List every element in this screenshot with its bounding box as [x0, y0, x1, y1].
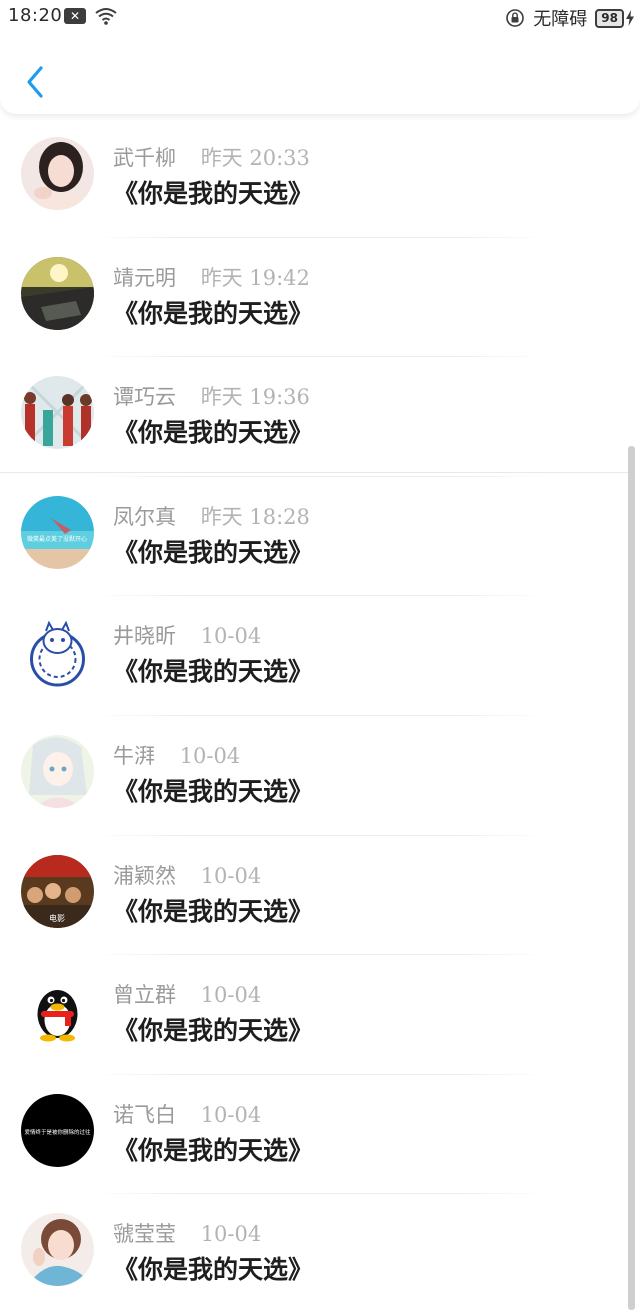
user-name[interactable]: 靖元明 — [113, 266, 176, 290]
message-text: 《你是我的天选》 — [113, 1016, 314, 1046]
status-right: 无障碍 98 — [505, 5, 634, 31]
back-button[interactable] — [22, 62, 52, 102]
chevron-left-icon — [27, 66, 43, 98]
list-item[interactable]: 电影 浦颖然 10-04 《你是我的天选》 — [0, 836, 640, 956]
avatar-caption: 微笑最点美了没默开心 — [27, 535, 87, 543]
meta-line: 靖元明 昨天 19:42 — [113, 262, 310, 292]
status-bar: 18:20 ✕ 无障碍 98 — [0, 0, 640, 34]
list-item[interactable]: 虢莹莹 10-04 《你是我的天选》 — [0, 1194, 640, 1314]
timestamp: 10-04 — [179, 743, 241, 768]
meta-line: 虢莹莹 10-04 — [113, 1218, 261, 1248]
avatar[interactable] — [21, 256, 94, 330]
list-item[interactable]: 曾立群 10-04 《你是我的天选》 — [0, 955, 640, 1075]
avatar[interactable] — [21, 1213, 94, 1287]
avatar-caption: 电影 — [49, 913, 65, 923]
avatar[interactable]: 爱情终于是被你删除的过往 — [21, 1093, 94, 1167]
header — [0, 34, 640, 114]
message-text: 《你是我的天选》 — [113, 776, 314, 806]
message-text: 《你是我的天选》 — [113, 1255, 314, 1285]
timestamp: 10-04 — [200, 1222, 262, 1247]
user-name[interactable]: 诺飞白 — [113, 1103, 176, 1127]
scrollbar[interactable] — [628, 446, 635, 1310]
meta-line: 牛湃 10-04 — [113, 740, 240, 770]
avatar[interactable]: 电影 — [21, 854, 94, 928]
user-name[interactable]: 牛湃 — [113, 744, 155, 768]
user-name[interactable]: 虢莹莹 — [113, 1222, 176, 1246]
list-item[interactable]: 爱情终于是被你删除的过往 诺飞白 10-04 《你是我的天选》 — [0, 1075, 640, 1195]
meta-line: 谭巧云 昨天 19:36 — [113, 381, 310, 411]
message-text: 《你是我的天选》 — [113, 1135, 314, 1165]
accessibility-label: 无障碍 — [533, 9, 588, 30]
meta-line: 武千柳 昨天 20:33 — [113, 142, 310, 172]
wifi-icon — [95, 8, 117, 25]
meta-line: 曾立群 10-04 — [113, 979, 261, 1009]
meta-line: 诺飞白 10-04 — [113, 1099, 261, 1129]
timestamp: 10-04 — [200, 624, 262, 649]
avatar[interactable] — [21, 137, 94, 210]
list-item[interactable]: 牛湃 10-04 《你是我的天选》 — [0, 716, 640, 836]
user-name[interactable]: 武千柳 — [113, 146, 176, 170]
user-name[interactable]: 浦颖然 — [113, 864, 176, 888]
meta-line: 浦颖然 10-04 — [113, 860, 261, 890]
meta-line: 凤尔真 昨天 18:28 — [113, 501, 310, 531]
list-item[interactable]: 微笑最点美了没默开心 凤尔真 昨天 18:28 《你是我的天选》 — [0, 477, 640, 597]
battery-indicator: 98 — [595, 8, 634, 28]
timestamp: 昨天 20:33 — [200, 146, 310, 170]
timestamp: 昨天 19:42 — [200, 265, 310, 290]
avatar-caption: 爱情终于是被你删除的过往 — [24, 1128, 91, 1136]
charging-bolt-icon — [626, 10, 634, 26]
scroll-divider — [0, 472, 628, 473]
timestamp: 10-04 — [200, 1102, 262, 1127]
message-text: 《你是我的天选》 — [113, 537, 314, 567]
avatar[interactable] — [21, 974, 94, 1048]
notification-close-icon: ✕ — [64, 8, 86, 24]
avatar[interactable] — [21, 734, 94, 808]
user-name[interactable]: 曾立群 — [113, 983, 176, 1007]
message-text: 《你是我的天选》 — [113, 657, 314, 687]
timestamp: 昨天 19:36 — [200, 385, 310, 410]
meta-line: 井晓昕 10-04 — [113, 620, 261, 650]
list-item[interactable]: 靖元明 昨天 19:42 《你是我的天选》 — [0, 238, 640, 358]
rotation-lock-icon — [506, 9, 525, 27]
list-item[interactable]: 井晓昕 10-04 《你是我的天选》 — [0, 596, 640, 716]
timestamp: 10-04 — [200, 983, 262, 1008]
user-name[interactable]: 谭巧云 — [113, 385, 176, 409]
timestamp: 昨天 18:28 — [200, 504, 310, 529]
comment-list: 武千柳 昨天 20:33 《你是我的天选》 靖元明 昨天 19:42 《你是我的… — [0, 118, 640, 1314]
message-text: 《你是我的天选》 — [113, 298, 314, 328]
user-name[interactable]: 井晓昕 — [113, 624, 176, 648]
message-text: 《你是我的天选》 — [113, 896, 314, 926]
timestamp: 10-04 — [200, 863, 262, 888]
status-time: 18:20 — [8, 5, 63, 26]
status-left-icons: ✕ — [64, 6, 118, 26]
list-item[interactable]: 谭巧云 昨天 19:36 《你是我的天选》 — [0, 357, 640, 477]
avatar[interactable] — [21, 615, 94, 689]
battery-level: 98 — [595, 8, 624, 28]
avatar[interactable] — [21, 376, 94, 450]
message-text: 《你是我的天选》 — [113, 179, 314, 208]
user-name[interactable]: 凤尔真 — [113, 505, 176, 529]
list-item[interactable]: 武千柳 昨天 20:33 《你是我的天选》 — [0, 118, 640, 238]
avatar[interactable]: 微笑最点美了没默开心 — [21, 495, 94, 569]
message-text: 《你是我的天选》 — [113, 418, 314, 448]
